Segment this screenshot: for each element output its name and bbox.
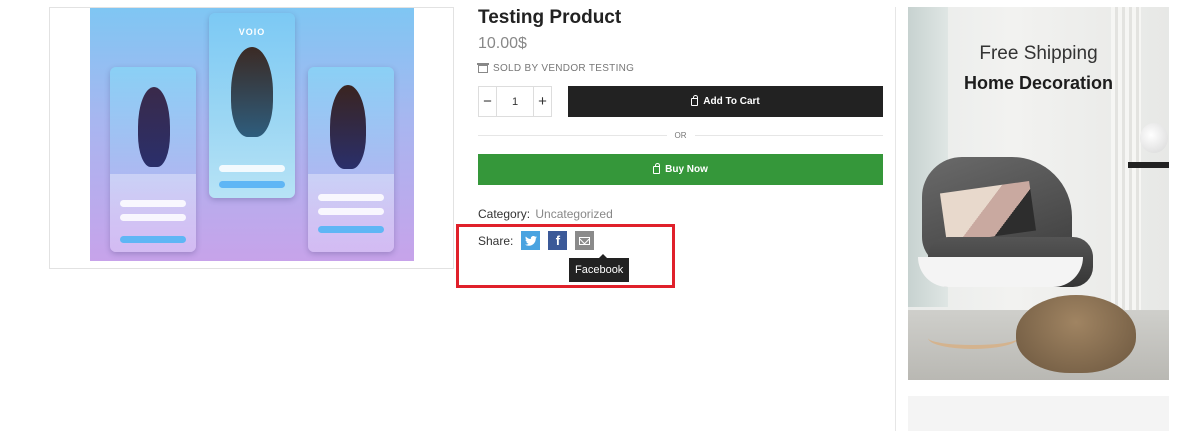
sign-in-field-mock <box>219 165 285 172</box>
product-gallery: VOIO <box>49 7 454 269</box>
phone-mockup-center: VOIO <box>209 13 295 198</box>
banner-title: Home Decoration <box>963 73 1114 93</box>
shopping-bag-icon <box>653 162 661 174</box>
buy-now-button[interactable]: Buy Now <box>478 154 883 185</box>
vendor-label: SOLD BY VENDOR TESTING <box>493 63 635 74</box>
promo-banner[interactable]: Free Shipping Home Decoration <box>908 7 1169 380</box>
product-category: Category: Uncategorized <box>478 207 613 221</box>
product-title: Testing Product <box>478 7 622 28</box>
dancer-figure <box>138 87 170 167</box>
runner-figure <box>231 47 273 137</box>
add-to-cart-label: Add To Cart <box>703 96 760 107</box>
field-mock <box>318 208 384 216</box>
separator-line <box>694 134 883 136</box>
login-button-mock <box>120 236 186 244</box>
field-mock <box>318 194 384 202</box>
separator-line <box>478 134 667 136</box>
quantity-input[interactable] <box>497 87 533 116</box>
username-field-mock <box>120 200 186 208</box>
pouf-image <box>1016 295 1136 373</box>
buy-now-label: Buy Now <box>665 164 708 175</box>
lamp-image <box>1140 123 1168 153</box>
quantity-decrease-button[interactable]: − <box>479 87 497 116</box>
or-label: OR <box>674 130 687 140</box>
secondary-banner <box>908 396 1169 431</box>
product-price: 10.00$ <box>478 35 527 52</box>
category-label: Category: <box>478 207 531 221</box>
signup-panel <box>308 174 394 252</box>
chair-rocker-image <box>928 327 1018 349</box>
shopping-bag-icon <box>691 94 699 106</box>
quantity-increase-button[interactable]: + <box>533 87 551 116</box>
or-separator: OR <box>478 130 883 140</box>
sign-up-button-mock <box>219 181 285 188</box>
submit-button-mock <box>318 226 384 234</box>
product-image[interactable]: VOIO <box>90 8 414 261</box>
phone-mockup-right <box>308 67 394 252</box>
sidebar-divider <box>895 7 896 431</box>
chair-shell-image <box>918 257 1083 287</box>
gallery-brand: VOIO <box>238 27 266 37</box>
banner-subtitle: Free Shipping <box>979 43 1098 64</box>
store-icon <box>477 62 489 73</box>
login-panel <box>110 174 196 252</box>
category-link[interactable]: Uncategorized <box>535 207 612 221</box>
quantity-stepper: − + <box>478 86 552 117</box>
phone-mockup-left <box>110 67 196 252</box>
dancer-figure <box>330 85 366 169</box>
annotation-highlight-box <box>456 224 675 288</box>
side-table-image <box>1128 162 1169 168</box>
vendor-info[interactable]: SOLD BY VENDOR TESTING <box>477 62 635 74</box>
add-to-cart-button[interactable]: Add To Cart <box>568 86 883 117</box>
password-field-mock <box>120 214 186 222</box>
